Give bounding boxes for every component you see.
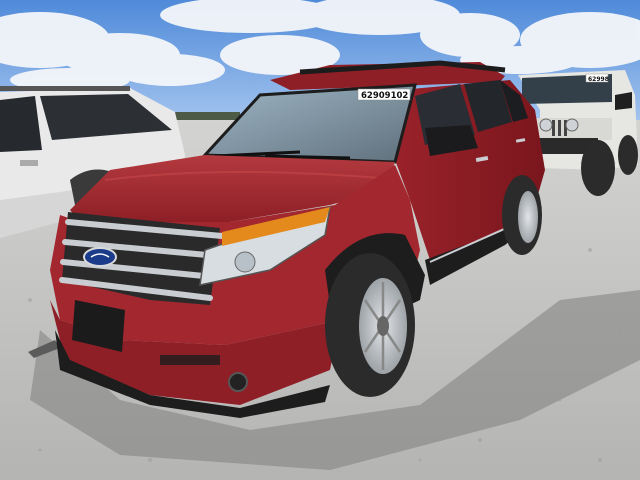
rear-wheel-rim: [518, 191, 538, 243]
fog-light: [228, 372, 248, 392]
windshield-lot-number: 62909102: [361, 91, 408, 101]
ford-oval-logo-icon: [83, 247, 117, 267]
vehicle-photo: 62998 62909102: [0, 0, 640, 480]
photo-canvas: 62998 62909102: [0, 0, 640, 480]
jeep-lot-sticker: 62998: [588, 76, 609, 83]
